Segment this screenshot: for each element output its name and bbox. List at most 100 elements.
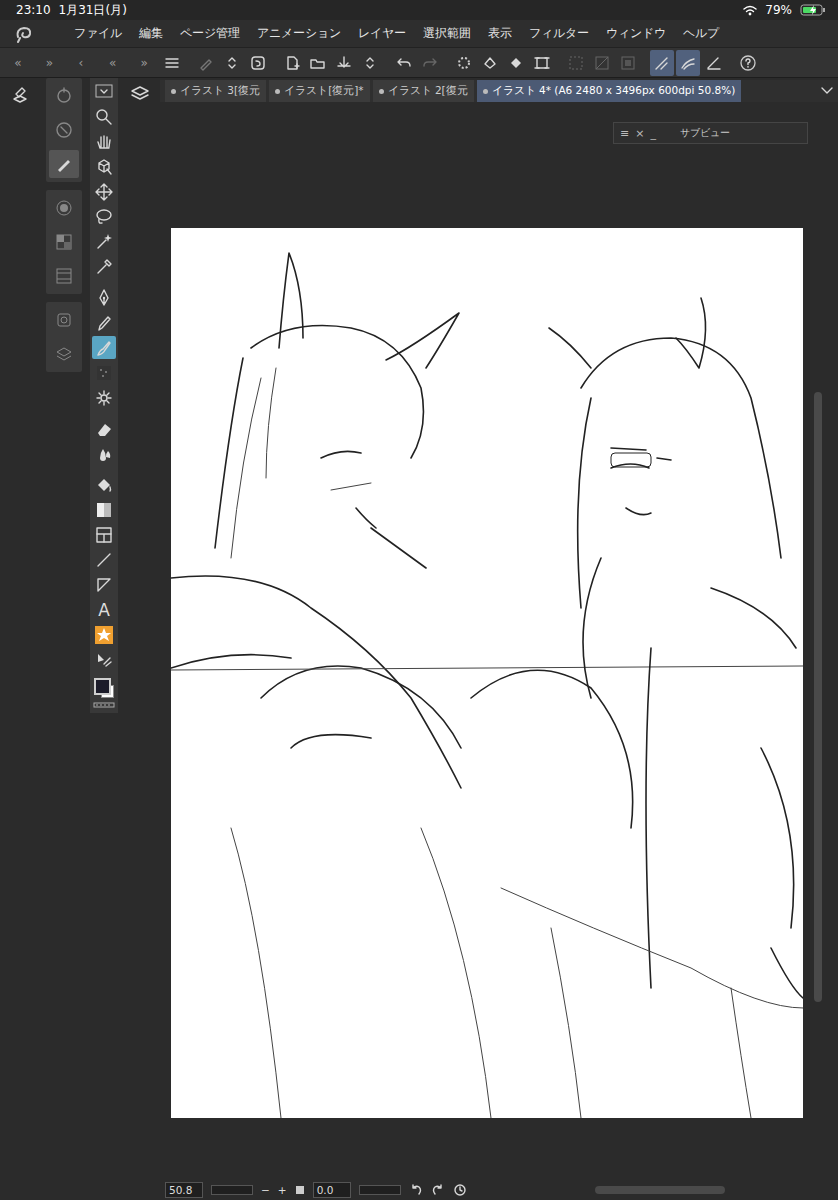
panel-control[interactable]: × — [635, 127, 644, 140]
reset-rotation-icon[interactable] — [453, 1183, 467, 1197]
command-button[interactable] — [220, 50, 244, 76]
command-button[interactable] — [160, 50, 184, 76]
document-tab[interactable]: イラスト[復元]* — [269, 80, 369, 102]
canvas-area[interactable]: ≡×_サブビュー — [160, 102, 838, 1180]
command-button[interactable] — [452, 50, 476, 76]
command-button[interactable] — [392, 50, 416, 76]
tool-button[interactable] — [92, 286, 116, 309]
command-button[interactable] — [306, 50, 330, 76]
command-button[interactable] — [616, 50, 640, 76]
tool-button[interactable]: A — [92, 598, 116, 621]
document-tab[interactable]: イラスト 3[復元 — [165, 80, 266, 102]
eraser-icon — [94, 419, 114, 439]
menu-item[interactable]: ファイル — [74, 25, 122, 42]
collapse-arrow[interactable]: ‹ — [65, 56, 97, 70]
tool-button[interactable] — [92, 648, 116, 671]
tool-button[interactable] — [92, 473, 116, 496]
command-button[interactable] — [650, 50, 674, 76]
zoom-slider[interactable] — [211, 1185, 253, 1195]
panel-button[interactable] — [49, 306, 79, 334]
tool-button[interactable] — [92, 205, 116, 228]
document-tab[interactable]: イラスト 2[復元 — [373, 80, 474, 102]
tool-button[interactable] — [92, 417, 116, 440]
chevron-down-icon[interactable] — [820, 86, 834, 96]
tool-button[interactable] — [92, 155, 116, 178]
tool-button[interactable] — [92, 80, 116, 103]
zoom-out-button[interactable]: − — [261, 1184, 270, 1196]
menu-item[interactable]: 選択範囲 — [423, 25, 471, 42]
panel-button[interactable] — [49, 150, 79, 178]
tool-button[interactable] — [92, 498, 116, 521]
command-button[interactable] — [418, 50, 442, 76]
clear-icon — [480, 53, 500, 73]
panel-control[interactable]: _ — [650, 127, 656, 140]
artwork-canvas[interactable] — [171, 228, 803, 1118]
collapse-arrow[interactable]: « — [2, 56, 34, 70]
panel-control[interactable]: ≡ — [620, 127, 629, 140]
collapse-arrow[interactable]: » — [128, 56, 160, 70]
panel-button[interactable] — [49, 194, 79, 222]
collapse-arrow[interactable]: « — [97, 56, 129, 70]
command-button[interactable] — [736, 50, 760, 76]
menu-item[interactable]: フィルター — [529, 25, 589, 42]
app-logo-icon[interactable] — [14, 25, 34, 43]
vertical-scrollbar[interactable] — [814, 392, 822, 1002]
tool-button[interactable] — [92, 523, 116, 546]
command-button[interactable] — [504, 50, 528, 76]
command-button[interactable] — [194, 50, 218, 76]
command-button[interactable] — [676, 50, 700, 76]
menu-item[interactable]: 編集 — [139, 25, 163, 42]
zoom-in-button[interactable]: + — [278, 1184, 287, 1196]
command-button[interactable] — [564, 50, 588, 76]
tool-button[interactable] — [92, 442, 116, 465]
panel-button[interactable] — [49, 82, 79, 110]
layer-property-icon[interactable] — [8, 82, 32, 106]
tool-button[interactable] — [92, 386, 116, 409]
panel-button[interactable] — [49, 228, 79, 256]
document-tab[interactable]: イラスト 4* (A6 2480 x 3496px 600dpi 50.8%) — [477, 80, 742, 102]
subview-panel[interactable]: ≡×_サブビュー — [613, 122, 808, 144]
menu-item[interactable]: ヘルプ — [683, 25, 719, 42]
rotate-left-icon[interactable] — [409, 1183, 423, 1197]
tool-button[interactable] — [92, 361, 116, 384]
tool-button[interactable] — [92, 336, 116, 359]
panel-group — [46, 302, 82, 372]
tool-button[interactable] — [92, 105, 116, 128]
menu-item[interactable]: ページ管理 — [180, 25, 240, 42]
horizontal-scrollbar[interactable] — [595, 1186, 725, 1194]
tool-button[interactable] — [92, 573, 116, 596]
tool-button[interactable] — [92, 130, 116, 153]
panel-button[interactable] — [49, 116, 79, 144]
command-button[interactable] — [280, 50, 304, 76]
rotation-field[interactable]: 0.0 — [313, 1182, 351, 1198]
rotate-right-icon[interactable] — [431, 1183, 445, 1197]
menu-item[interactable]: レイヤー — [358, 25, 406, 42]
snap-ruler-icon — [678, 53, 698, 73]
tool-button[interactable] — [92, 311, 116, 334]
color-swatch[interactable] — [92, 677, 116, 699]
command-button[interactable] — [332, 50, 356, 76]
menu-item[interactable]: 表示 — [488, 25, 512, 42]
tool-button[interactable] — [92, 548, 116, 571]
panel-button[interactable] — [49, 340, 79, 368]
command-button[interactable] — [358, 50, 382, 76]
command-button[interactable] — [246, 50, 270, 76]
panel-button[interactable] — [49, 262, 79, 290]
tool-button[interactable] — [92, 230, 116, 253]
layer-icon[interactable] — [129, 82, 151, 104]
command-button[interactable] — [478, 50, 502, 76]
tool-button[interactable] — [92, 623, 116, 646]
collapse-arrow[interactable]: » — [34, 56, 66, 70]
fit-icon[interactable] — [295, 1185, 305, 1195]
main-color[interactable] — [94, 678, 111, 695]
zoom-field[interactable]: 50.8 — [165, 1182, 203, 1198]
command-button[interactable] — [530, 50, 554, 76]
tool-button[interactable] — [92, 255, 116, 278]
tool-button[interactable] — [92, 180, 116, 203]
rotation-slider[interactable] — [359, 1185, 401, 1195]
menu-item[interactable]: アニメーション — [257, 25, 341, 42]
menu-item[interactable]: ウィンドウ — [606, 25, 666, 42]
command-button[interactable] — [590, 50, 614, 76]
transparent-color-icon[interactable] — [93, 701, 115, 709]
command-button[interactable] — [702, 50, 726, 76]
